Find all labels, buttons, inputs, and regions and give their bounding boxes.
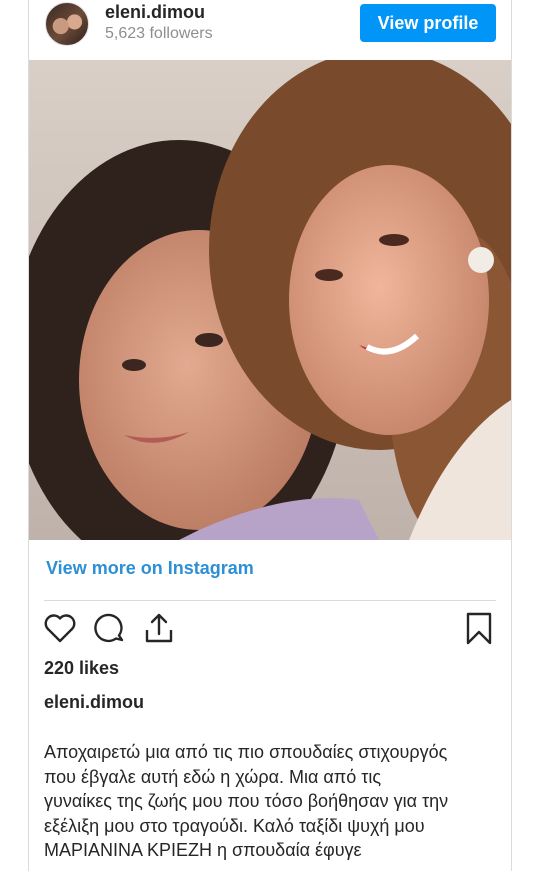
bookmark-icon[interactable] [461, 610, 497, 651]
comment-icon[interactable] [91, 610, 127, 651]
instagram-embed-card: eleni.dimou 5,623 followers View profile [28, 0, 512, 871]
view-more-on-instagram-link[interactable]: View more on Instagram [46, 558, 254, 579]
caption-line: εξέλιξη μου στο τραγούδι. Καλό ταξίδι ψυ… [44, 815, 425, 836]
post-photo[interactable] [29, 60, 511, 540]
followers-count: 5,623 followers [105, 25, 213, 42]
caption-line: που έβγαλε αυτή εδώ η χώρα. Μια από τις [44, 766, 381, 787]
caption-line: ΜΑΡΙΑΝΙΝΑ ΚΡΙΕΖΗ η σπουδαία έφυγε [44, 840, 362, 860]
likes-count[interactable]: 220 likes [44, 658, 119, 679]
post-caption: Αποχαιρετώ μια από τις πιο σπουδαίες στι… [44, 740, 499, 863]
caption-line: γυναίκες της ζωής μου που τόσο βοήθησαν … [44, 791, 449, 811]
post-actions [29, 610, 511, 646]
post-header: eleni.dimou 5,623 followers View profile [29, 0, 511, 60]
caption-username[interactable]: eleni.dimou [44, 692, 144, 713]
post-photo-image [29, 60, 511, 540]
caption-line: Αποχαιρετώ μια από τις πιο σπουδαίες στι… [44, 742, 448, 762]
avatar[interactable] [45, 2, 89, 46]
divider [44, 600, 496, 601]
share-icon[interactable] [141, 610, 177, 651]
username-link[interactable]: eleni.dimou [105, 2, 205, 23]
heart-icon[interactable] [42, 610, 78, 651]
view-profile-button[interactable]: View profile [360, 4, 496, 42]
